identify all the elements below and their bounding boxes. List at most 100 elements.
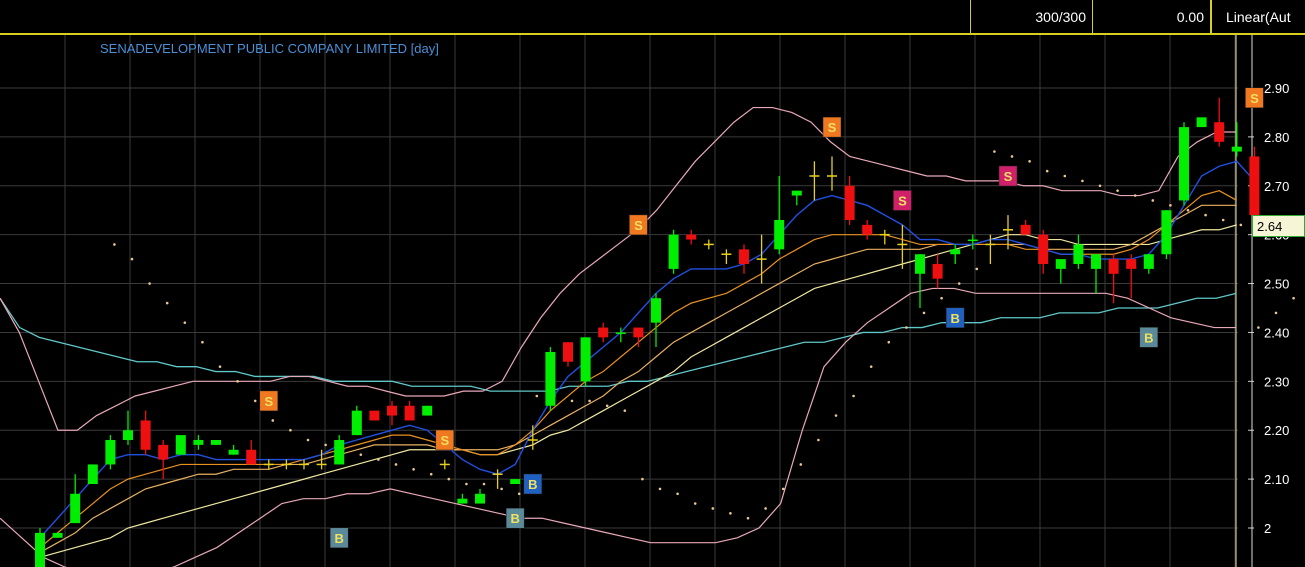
y-tick-label: 2 [1264,521,1271,536]
candle-body [739,249,749,264]
sar-dot [605,404,609,408]
sar-dot [1081,179,1084,183]
sar-dot [201,340,204,344]
y-tick-label: 2.30 [1264,374,1289,389]
y-tick-label: 2.40 [1264,325,1289,340]
candle-body [633,327,644,338]
sar-dot [165,301,169,305]
candle-body [598,327,609,338]
sar-dot [746,516,750,520]
candle-body [791,190,802,196]
sar-dot [289,428,292,432]
candle-body [1214,122,1225,142]
bollinger-lower-line [0,287,1236,567]
sar-dot [1045,169,1049,173]
sar-dot [130,257,134,261]
candle-body [1020,224,1031,235]
candle-body [475,493,485,504]
sell-signal-label: S [264,394,273,409]
sar-dot [817,438,820,442]
sar-dot [1098,184,1102,188]
y-tick-label: 2.90 [1264,81,1289,96]
sar-dot [641,477,644,481]
sar-dot [447,477,451,481]
sar-dot [236,380,239,383]
sell-signal-label: S [898,193,907,208]
value-label: 0.00 [1176,8,1204,25]
candle-body [246,449,257,465]
y-tick-label: 2.80 [1264,130,1289,145]
sar-dot [1221,218,1225,222]
candle-body [580,337,591,382]
candle-body [175,435,186,455]
candle-body [70,493,81,524]
scale-selector[interactable]: Linear(Aut [1210,0,1305,33]
candle-body [404,405,415,421]
sell-signal-label: S [634,218,643,233]
bar-count-readout: 300/300 [970,0,1092,33]
candle-body [1073,244,1084,264]
sar-dot [764,507,767,510]
sar-dot [693,502,697,505]
candle-body [211,440,221,445]
sell-signal-label: S [828,120,837,135]
sar-dot [993,150,996,153]
sar-dot [1292,296,1295,300]
buy-signal-label: B [1144,330,1153,345]
candle-body [1055,259,1066,269]
sar-dot [1204,213,1207,217]
sar-dot [482,482,486,486]
y-tick-label: 2.70 [1264,179,1289,194]
sar-dot [869,365,873,368]
sar-dot [271,419,275,422]
sar-dot [113,243,116,246]
ema-slow-line [39,204,1237,553]
ma-long-line [39,224,1237,558]
candle-body [686,234,697,240]
candle-body [545,352,556,406]
candle-body [1196,117,1207,128]
candle-body [369,410,380,421]
sar-dot [148,282,151,285]
buy-signal-label: B [511,511,520,526]
sar-dot [570,399,574,403]
candle-body [35,532,45,567]
candle-body [1161,210,1172,255]
sar-dot [1186,208,1190,212]
candle-body [228,449,239,455]
candle-body [334,440,345,465]
sar-dot [429,472,433,476]
sar-dot [676,492,679,496]
scale-label: Linear(Aut [1226,8,1291,25]
sar-dot [658,487,662,491]
price-chart[interactable]: 22.102.202.302.402.502.602.702.802.90SBS… [0,35,1305,567]
sar-dot [887,340,891,344]
candle-body [915,254,925,274]
sar-dot [394,463,398,466]
sar-dot [975,267,979,271]
candle-body [651,298,661,323]
sar-dot [465,482,468,486]
candle-body [950,249,961,255]
candle-body [1091,254,1101,269]
sar-dot [1133,194,1137,197]
buy-signal-label: B [951,311,960,326]
candle-body [422,405,433,416]
ma-200-line [0,292,1237,392]
sar-dot [1274,311,1278,315]
sar-dot [623,409,627,412]
sar-dot [377,458,380,461]
candle-body [1108,259,1119,274]
y-tick-label: 2.10 [1264,472,1289,487]
sell-signal-label: S [1250,91,1259,106]
candle-body [1126,259,1137,269]
sar-dot [940,296,943,300]
buy-signal-label: B [335,531,344,546]
candle-body [967,239,978,242]
sar-dot [799,463,803,466]
sar-dot [359,453,363,456]
candle-body [1179,127,1189,201]
candle-body [1231,146,1242,152]
candle-body [193,440,204,445]
sar-dot [1151,199,1155,202]
